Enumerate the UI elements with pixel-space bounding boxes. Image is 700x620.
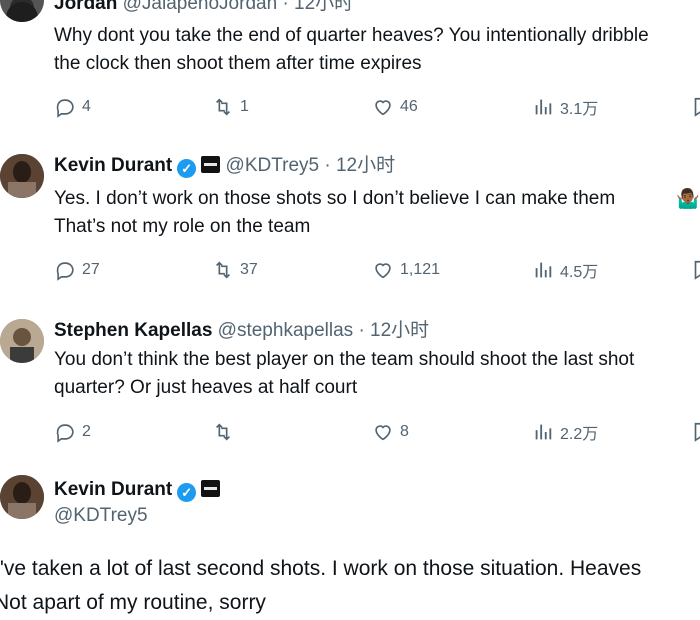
reply-count: 4 bbox=[82, 98, 91, 115]
views-icon bbox=[535, 424, 552, 440]
bookmark-icon bbox=[694, 97, 700, 117]
like-count: 8 bbox=[400, 423, 409, 440]
author-handle[interactable]: @KDTrey5 bbox=[54, 505, 148, 526]
retweet-icon bbox=[215, 423, 231, 441]
reply-button[interactable]: 2 bbox=[54, 420, 91, 444]
retweet-icon bbox=[215, 98, 231, 116]
tweet-text: Why dont you take the end of quarter hea… bbox=[54, 25, 649, 74]
tweet-text: I've taken a lot of last second shots. I… bbox=[0, 557, 642, 614]
views-count: 2.2万 bbox=[560, 426, 599, 443]
retweet-button[interactable]: 1 bbox=[212, 95, 249, 119]
reply-icon bbox=[56, 99, 74, 118]
heart-icon bbox=[375, 425, 391, 441]
heart-icon bbox=[375, 263, 391, 279]
views-icon bbox=[535, 262, 552, 278]
author-handle[interactable]: @stephkapellas bbox=[218, 320, 353, 341]
like-button[interactable]: 1,121 bbox=[372, 258, 440, 282]
separator: · bbox=[324, 155, 331, 176]
verified-badge-icon: ✓ bbox=[177, 159, 197, 178]
avatar[interactable] bbox=[0, 475, 44, 519]
reply-icon bbox=[56, 424, 74, 443]
shrug-emoji: 🤷🏾‍♂️ bbox=[676, 189, 700, 210]
views-button[interactable]: 3.1万 bbox=[532, 95, 598, 119]
timestamp[interactable]: 12小时 bbox=[336, 155, 395, 176]
avatar[interactable] bbox=[0, 319, 44, 363]
like-count: 46 bbox=[400, 98, 418, 115]
verified-badge-icon: ✓ bbox=[177, 483, 197, 502]
retweet-count: 37 bbox=[240, 261, 258, 278]
bookmark-icon bbox=[694, 260, 700, 280]
retweet-button[interactable] bbox=[212, 420, 240, 444]
bookmark-button[interactable] bbox=[690, 420, 700, 444]
views-button[interactable]: 2.2万 bbox=[532, 420, 598, 444]
author-name[interactable]: Kevin Durant bbox=[54, 479, 172, 500]
tweet-text: Yes. I don’t work on those shots so I do… bbox=[54, 188, 616, 237]
action-bar: 2 8 2.2万 bbox=[54, 420, 700, 444]
retweet-button[interactable]: 37 bbox=[212, 258, 258, 282]
avatar[interactable] bbox=[0, 154, 44, 198]
reply-count: 2 bbox=[82, 423, 91, 440]
like-button[interactable]: 8 bbox=[372, 420, 409, 444]
tweet-text: You don’t think the best player on the t… bbox=[54, 349, 635, 398]
views-button[interactable]: 4.5万 bbox=[532, 258, 598, 282]
bookmark-button[interactable] bbox=[690, 95, 700, 119]
separator: · bbox=[282, 0, 289, 14]
reply-button[interactable]: 27 bbox=[54, 258, 100, 282]
timestamp[interactable]: 12小时 bbox=[370, 320, 429, 341]
bookmark-icon bbox=[694, 422, 700, 442]
reply-count: 27 bbox=[82, 261, 100, 278]
like-button[interactable]: 46 bbox=[372, 95, 418, 119]
like-count: 1,121 bbox=[400, 261, 441, 278]
author-handle[interactable]: @JalapenoJordan bbox=[123, 0, 278, 14]
reply-icon bbox=[56, 262, 74, 281]
retweet-count: 1 bbox=[240, 98, 249, 115]
affiliate-badge-icon[interactable] bbox=[201, 480, 221, 497]
avatar[interactable] bbox=[0, 0, 44, 22]
affiliate-badge-icon[interactable] bbox=[201, 156, 221, 173]
timestamp[interactable]: 12小时 bbox=[294, 0, 353, 14]
author-name[interactable]: Kevin Durant bbox=[54, 155, 172, 176]
reply-button[interactable]: 4 bbox=[54, 95, 91, 119]
author-name[interactable]: Jordan bbox=[54, 0, 117, 14]
separator: · bbox=[358, 320, 365, 341]
views-icon bbox=[535, 99, 552, 115]
views-count: 4.5万 bbox=[560, 264, 599, 281]
bookmark-button[interactable] bbox=[690, 258, 700, 282]
action-bar: 27 37 1,121 4.5万 bbox=[54, 258, 700, 282]
author-handle[interactable]: @KDTrey5 bbox=[226, 155, 320, 176]
views-count: 3.1万 bbox=[560, 101, 599, 118]
action-bar: 4 1 46 3.1万 bbox=[54, 95, 700, 119]
author-name[interactable]: Stephen Kapellas bbox=[54, 320, 212, 341]
heart-icon bbox=[375, 100, 391, 116]
retweet-icon bbox=[215, 261, 231, 279]
